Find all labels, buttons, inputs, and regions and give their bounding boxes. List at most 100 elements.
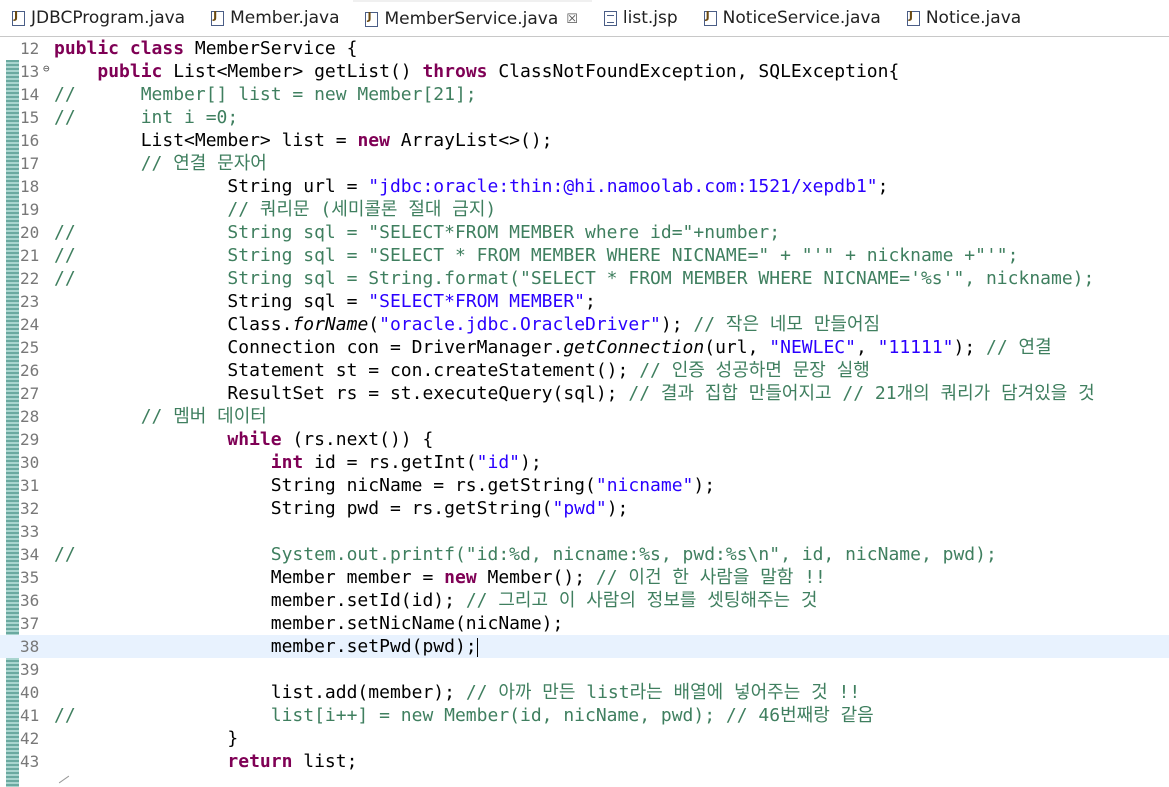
line-number: 37 — [20, 614, 40, 633]
code-text: list.add(member); // 아까 만든 list라는 배열에 넣어… — [54, 681, 860, 704]
code-line[interactable]: 29 while (rs.next()) { — [0, 428, 1169, 451]
code-line[interactable]: 28 // 멤버 데이터 — [0, 405, 1169, 428]
code-text: member.setId(id); // 그리고 이 사람의 정보를 셋팅해주는… — [54, 589, 818, 612]
code-line[interactable]: 31 String nicName = rs.getString("nicnam… — [0, 474, 1169, 497]
code-comment: // Member[] list = new Member[21]; — [54, 84, 477, 105]
java-file-icon — [703, 9, 717, 26]
line-number: 18 — [20, 177, 40, 196]
tab-memberservice-java[interactable]: MemberService.java ☒ — [353, 0, 592, 36]
code-comment: // 그리고 이 사람의 정보를 셋팅해주는 것 — [465, 590, 818, 611]
code-line[interactable]: 41 // list[i++] = new Member(id, nicName,… — [0, 704, 1169, 727]
code-line[interactable]: 33 — [0, 520, 1169, 543]
code-line[interactable]: 12 public class MemberService { — [0, 37, 1169, 60]
line-number: 33 — [20, 522, 40, 541]
code-line[interactable]: 32 String pwd = rs.getString("pwd"); — [0, 497, 1169, 520]
close-tab-icon[interactable]: ☒ — [566, 12, 578, 27]
code-token: ClassNotFoundException, SQLException{ — [498, 61, 900, 82]
code-comment: // int i =0; — [54, 107, 239, 128]
code-comment: // 결과 집합 만들어지고 // 21개의 쿼리가 담겨있을 것 — [628, 383, 1095, 404]
code-line[interactable]: 20 // String sql = "SELECT*FROM MEMBER wh… — [0, 221, 1169, 244]
code-token: (rs.next()) { — [292, 429, 434, 450]
code-line[interactable]: 43 return list; — [0, 750, 1169, 773]
code-line[interactable]: 40 list.add(member); // 아까 만든 list라는 배열에… — [0, 681, 1169, 704]
code-text: Class.forName("oracle.jdbc.OracleDriver"… — [54, 313, 880, 336]
code-line[interactable]: 38 member.setPwd(pwd); — [0, 635, 1169, 658]
code-token: MemberService { — [194, 38, 358, 59]
code-line[interactable]: 16 List<Member> list = new ArrayList<>()… — [0, 129, 1169, 152]
code-keyword: return — [227, 751, 304, 772]
jsp-file-icon — [603, 10, 617, 26]
code-token: List<Member> list = — [54, 130, 358, 151]
code-token: String url = — [54, 176, 369, 197]
code-token: Class. — [54, 314, 293, 335]
code-token: ResultSet rs = st.executeQuery(sql); — [54, 383, 629, 404]
tab-member-java[interactable]: Member.java — [199, 0, 353, 36]
code-token: ); — [953, 337, 987, 358]
java-file-icon — [906, 9, 920, 26]
java-file-icon — [12, 9, 25, 26]
code-string: "nicname" — [595, 475, 694, 496]
line-number: 27 — [20, 384, 40, 403]
code-text: while (rs.next()) { — [54, 428, 433, 451]
code-keyword: throws — [422, 61, 499, 82]
code-comment: // 연결 문자어 — [54, 153, 267, 174]
code-line[interactable]: 14 // Member[] list = new Member[21]; — [0, 83, 1169, 106]
code-line[interactable]: 13 ⊖ public List<Member> getList() throws… — [0, 60, 1169, 83]
code-token: ); — [693, 475, 716, 496]
code-line[interactable]: 42 } — [0, 727, 1169, 750]
code-line[interactable]: 35 Member member = new Member(); // 이건 한… — [0, 566, 1169, 589]
line-number: 24 — [20, 315, 40, 334]
code-line[interactable]: 27 ResultSet rs = st.executeQuery(sql); … — [0, 382, 1169, 405]
code-token: member.setId(id); — [54, 590, 466, 611]
code-text: int id = rs.getInt("id"); — [54, 451, 542, 474]
code-line[interactable]: 19 // 쿼리문 (세미콜론 절대 금지) — [0, 198, 1169, 221]
code-comment: // 이건 한 사람을 말함 !! — [595, 567, 826, 588]
code-token: member.setPwd(pwd); — [54, 636, 477, 657]
code-comment: // 작은 네모 만들어짐 — [693, 314, 881, 335]
code-comment: // 연결 — [986, 337, 1052, 358]
tab-list-jsp[interactable]: list.jsp — [592, 0, 692, 36]
code-keyword: new — [357, 130, 401, 151]
code-line[interactable]: 18 String url = "jdbc:oracle:thin:@hi.na… — [0, 175, 1169, 198]
code-token: } — [54, 728, 239, 749]
code-token: Connection con = DriverManager. — [54, 337, 564, 358]
fold-collapse-icon[interactable]: ⊖ — [43, 57, 50, 80]
tab-notice-java[interactable]: Notice.java — [895, 0, 1035, 36]
line-number: 15 — [20, 108, 40, 127]
code-line[interactable]: 37 member.setNicName(nicName); — [0, 612, 1169, 635]
code-text: // Member[] list = new Member[21]; — [54, 83, 477, 106]
code-line[interactable]: 24 Class.forName("oracle.jdbc.OracleDriv… — [0, 313, 1169, 336]
code-text: public List<Member> getList() throws Cla… — [54, 60, 899, 83]
line-number: 31 — [20, 476, 40, 495]
code-line[interactable]: 39 — [0, 658, 1169, 681]
tab-jdbcprogram-java[interactable]: JDBCProgram.java — [0, 0, 199, 36]
code-token: Statement st = con.createStatement(); — [54, 360, 640, 381]
java-file-icon — [211, 9, 225, 26]
code-token: String sql = — [54, 291, 369, 312]
code-line[interactable]: 25 Connection con = DriverManager.getCon… — [0, 336, 1169, 359]
code-line[interactable]: 26 Statement st = con.createStatement();… — [0, 359, 1169, 382]
code-line[interactable]: 23 String sql = "SELECT*FROM MEMBER"; — [0, 290, 1169, 313]
code-keyword: while — [227, 429, 293, 450]
code-string: "oracle.jdbc.OracleDriver" — [379, 314, 661, 335]
code-line[interactable]: 15 // int i =0; — [0, 106, 1169, 129]
tab-label: list.jsp — [622, 8, 678, 28]
code-text: Statement st = con.createStatement(); //… — [54, 359, 869, 382]
line-number: 32 — [20, 499, 40, 518]
line-number: 17 — [20, 154, 40, 173]
code-line[interactable]: 17 // 연결 문자어 — [0, 152, 1169, 175]
code-line[interactable]: 34 // System.out.printf("id:%d, nicname:%… — [0, 543, 1169, 566]
tab-noticeservice-java[interactable]: NoticeService.java — [692, 0, 895, 36]
code-line[interactable]: 22 // String sql = String.format("SELECT … — [0, 267, 1169, 290]
code-editor[interactable]: 12 public class MemberService {13 ⊖ public… — [0, 37, 1169, 787]
code-line[interactable]: 30 int id = rs.getInt("id"); — [0, 451, 1169, 474]
tab-label: Notice.java — [925, 8, 1022, 28]
code-line[interactable]: 36 member.setId(id); // 그리고 이 사람의 정보를 셋팅… — [0, 589, 1169, 612]
code-line[interactable]: 21 // String sql = "SELECT * FROM MEMBER … — [0, 244, 1169, 267]
code-comment: // String sql = "SELECT * FROM MEMBER WH… — [54, 245, 1019, 266]
code-token: String pwd = rs.getString( — [54, 498, 553, 519]
code-string: "pwd" — [552, 498, 607, 519]
editor-tab-bar: JDBCProgram.java Member.java MemberService… — [0, 0, 1169, 37]
